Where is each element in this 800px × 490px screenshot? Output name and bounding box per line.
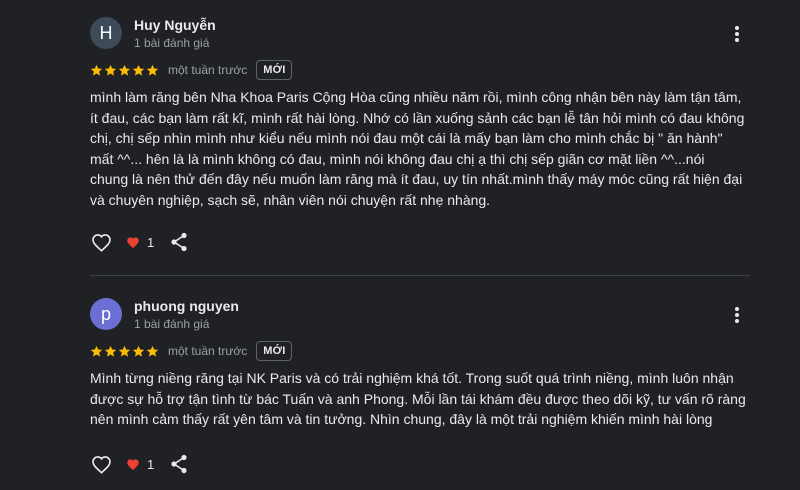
star-icon — [118, 345, 131, 357]
avatar[interactable]: p — [90, 298, 122, 330]
reviews-page: H Huy Nguyễn 1 bài đánh giá một tuần trư… — [0, 0, 800, 490]
likes-indicator[interactable]: 1 — [126, 457, 154, 472]
star-icon — [132, 345, 145, 357]
share-button[interactable] — [168, 453, 190, 475]
star-icon — [118, 64, 131, 76]
share-button[interactable] — [168, 231, 190, 253]
star-icon — [90, 64, 103, 76]
star-icon — [104, 64, 117, 76]
review-text-line: ít đau, các bạn làm rất kĩ, mình rất hài… — [90, 109, 745, 126]
review-text-line: nên mình cảm thấy rất yên tâm và tin tưở… — [90, 411, 713, 427]
share-icon — [171, 454, 187, 474]
reviewer-review-count: 1 bài đánh giá — [134, 36, 210, 50]
likes-indicator[interactable]: 1 — [126, 235, 154, 250]
review-text-line: Mình từng niềng răng tại NK Paris và có … — [90, 370, 734, 386]
review-actions: 1 — [90, 230, 190, 254]
reviewer-name[interactable]: phuong nguyen — [134, 298, 239, 314]
review-time: một tuần trước — [168, 344, 248, 358]
review-text-line: mình làm răng bên Nha Khoa Paris Cộng Hò… — [90, 89, 742, 105]
reviewer-review-count: 1 bài đánh giá — [134, 317, 210, 331]
star-icon — [104, 345, 117, 357]
helpful-button[interactable] — [90, 453, 112, 475]
star-rating — [90, 345, 159, 358]
reviewer-name[interactable]: Huy Nguyễn — [134, 17, 216, 33]
rating-row: một tuần trước MỚI — [90, 340, 293, 362]
review-text-line: chung là nên thử đến đây nếu muốn làm ră… — [90, 171, 743, 187]
share-icon — [171, 232, 187, 252]
more-options-button[interactable] — [726, 21, 748, 47]
more-vert-icon — [735, 26, 739, 42]
review-text-line: và chuyên nghiệp, sạch sẽ, nhân viên nói… — [90, 191, 491, 208]
new-badge: MỚI — [256, 60, 293, 80]
review-text-line: được sự hỗ trợ tận tình từ bác Tuấn và a… — [90, 390, 746, 407]
like-count: 1 — [147, 234, 155, 250]
review-text: mình làm răng bên Nha Khoa Paris Cộng Hò… — [90, 87, 758, 210]
heart-filled-icon — [127, 236, 139, 248]
heart-filled-icon — [127, 458, 139, 470]
new-badge: MỚI — [256, 341, 293, 361]
star-icon — [90, 345, 103, 357]
more-vert-icon — [735, 307, 739, 323]
star-rating — [90, 64, 159, 77]
review-time: một tuần trước — [168, 63, 248, 77]
review-text-line: mất ^^... hên là là mình không có đau, m… — [90, 150, 705, 167]
review-divider — [90, 275, 750, 276]
star-icon — [146, 345, 159, 357]
review-text: Mình từng niềng răng tại NK Paris và có … — [90, 368, 758, 430]
review-actions: 1 — [90, 452, 190, 476]
helpful-button[interactable] — [90, 231, 112, 253]
star-icon — [146, 64, 159, 76]
more-options-button[interactable] — [726, 302, 748, 328]
review-text-line: chị, chị sếp nhìn mình như kiểu nếu mình… — [90, 130, 723, 146]
heart-outline-icon — [91, 455, 111, 474]
star-icon — [132, 64, 145, 76]
rating-row: một tuần trước MỚI — [90, 59, 293, 81]
like-count: 1 — [147, 456, 155, 472]
heart-outline-icon — [91, 233, 111, 252]
avatar[interactable]: H — [90, 17, 122, 49]
